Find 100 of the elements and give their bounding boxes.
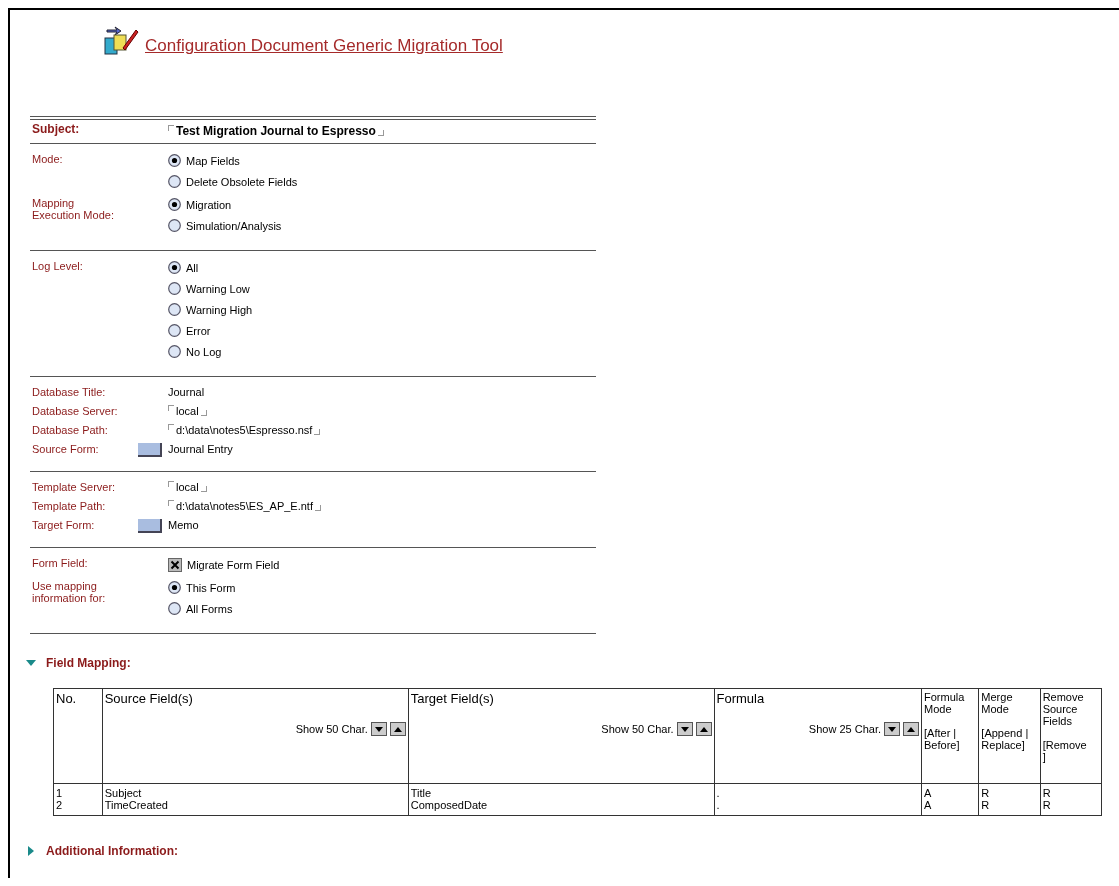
field-value: Journal Entry [168,442,233,455]
table-cell-text: TimeCreated [104,799,169,811]
show-chars-label: Show 50 Char. [601,723,674,735]
show-chars-label: Show 25 Char. [808,723,881,735]
field-label: Template Server: [31,480,117,493]
field-value: Memo [168,518,199,531]
scroll-down-button[interactable] [676,722,693,736]
radio-button[interactable] [168,345,181,358]
radio-label[interactable]: This Form [186,581,236,594]
form-picker-button[interactable] [138,443,162,457]
checkbox[interactable] [168,557,182,572]
triangle-up-icon [698,725,709,733]
field-value: Journal [168,385,205,398]
triangle-down-icon [679,725,690,733]
field-start-icon [168,125,174,131]
section-heading[interactable]: Field Mapping: [46,656,131,670]
field-label: Template Path: [31,499,107,512]
column-header: Formula Mode [924,691,966,715]
field-label: Source Form: [31,442,100,455]
column-header: Source Field(s) [104,691,194,706]
field-label: Database Path: [31,423,109,436]
triangle-down-icon [887,725,897,733]
radio-button[interactable] [168,581,181,594]
field-end-icon [314,429,321,435]
radio-label[interactable]: Delete Obsolete Fields [186,175,298,188]
table-cell-text: Title [410,787,433,799]
radio-label[interactable]: Simulation/Analysis [186,219,282,232]
field-start-icon [168,405,174,411]
table-cell-text: A [924,787,933,799]
column-header: Remove Source Fields [1042,691,1085,727]
page-title-link[interactable]: Configuration Document Generic Migration Tool [145,36,503,56]
field-label: Database Title: [31,385,107,398]
scroll-down-button[interactable] [370,722,387,736]
field-label: Mapping Execution Mode: [31,196,115,221]
subject-field[interactable]: Test Migration Journal to Espresso [176,123,376,138]
field-start-icon [168,481,174,487]
field-value[interactable]: d:\data\notes5\Espresso.nsf [176,423,313,436]
radio-label[interactable]: No Log [186,345,222,358]
radio-button[interactable] [168,198,181,211]
radio-button[interactable] [168,282,181,295]
radio-button[interactable] [168,175,181,188]
field-end-icon [200,410,207,416]
section-heading[interactable]: Additional Information: [46,844,178,858]
scroll-up-button[interactable] [903,722,919,736]
column-header: Target Field(s) [410,691,495,706]
expanded-triangle-icon[interactable] [26,658,36,668]
table-cell-text: 1 [56,787,64,799]
field-start-icon [168,424,174,430]
table-cell-text: Subject [104,787,143,799]
triangle-up-icon [392,725,403,733]
field-value[interactable]: local [176,404,199,417]
table-cell-text: . [716,787,721,799]
table-cell-text: ComposedDate [410,799,489,811]
field-end-icon [200,486,207,492]
triangle-down-icon [373,725,384,733]
scroll-down-button[interactable] [884,722,900,736]
column-hint: [Remove ] [1042,739,1088,763]
radio-button[interactable] [168,602,181,615]
field-end-icon [377,130,384,136]
migration-tool-icon [103,26,139,56]
collapsed-triangle-icon[interactable] [26,846,36,856]
field-label: Form Field: [31,556,89,569]
radio-button[interactable] [168,324,181,337]
table-cell-text: . [716,799,721,811]
column-hint: [Append | Replace] [981,727,1030,751]
scroll-up-button[interactable] [695,722,712,736]
scroll-up-button[interactable] [389,722,406,736]
field-label: Mode: [31,152,64,165]
radio-button[interactable] [168,219,181,232]
radio-button[interactable] [168,261,181,274]
radio-label[interactable]: Map Fields [186,154,240,167]
column-hint: [After | Before] [924,727,961,751]
triangle-up-icon [906,725,916,733]
checkbox-label[interactable]: Migrate Form Field [187,558,280,571]
table-cell-text: R [981,787,991,799]
table-cell-text: R [1042,799,1052,811]
form-picker-button[interactable] [138,519,162,533]
field-label: Target Form: [31,518,96,531]
radio-label[interactable]: Warning Low [186,282,250,295]
field-label: Log Level: [31,259,84,272]
field-value[interactable]: d:\data\notes5\ES_AP_E.ntf [176,499,313,512]
radio-label[interactable]: All Forms [186,602,233,615]
radio-label[interactable]: Warning High [186,303,253,316]
column-header: Merge Mode [981,691,1014,715]
radio-label[interactable]: All [186,261,199,274]
column-header: Formula [716,691,766,706]
field-value[interactable]: local [176,480,199,493]
field-label: Use mapping information for: [31,579,107,604]
radio-label[interactable]: Migration [186,198,232,211]
column-header: No. [56,691,78,706]
show-chars-label: Show 50 Char. [295,723,368,735]
field-label: Database Server: [31,404,119,417]
table-cell-text: 2 [56,799,64,811]
table-cell-text: A [924,799,933,811]
field-label: Subject: [31,122,81,135]
radio-label[interactable]: Error [186,324,211,337]
field-start-icon [168,500,174,506]
radio-button[interactable] [168,303,181,316]
field-end-icon [315,505,321,511]
radio-button[interactable] [168,154,181,167]
